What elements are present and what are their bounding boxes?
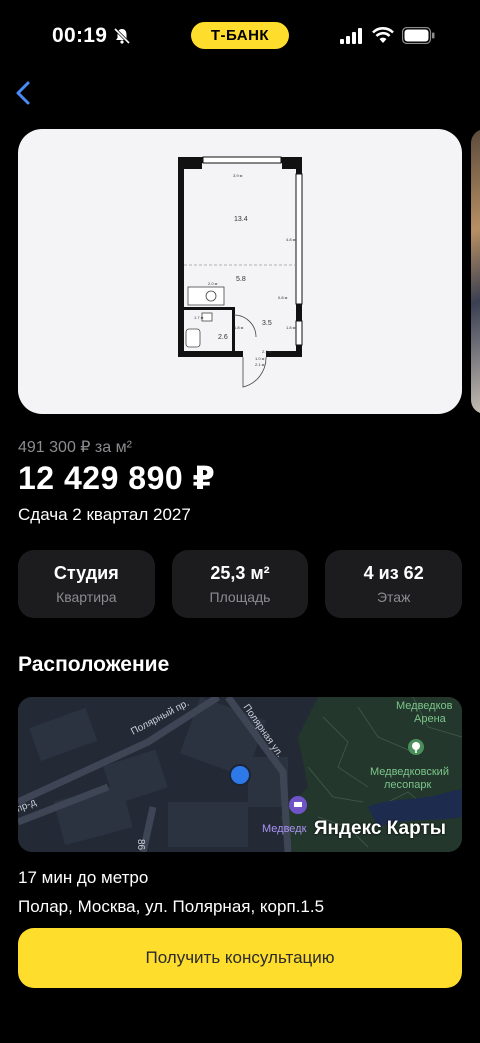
- delivery-date: Сдача 2 квартал 2027: [18, 505, 191, 524]
- room-bath-area: 2.6: [218, 334, 228, 341]
- consultation-button[interactable]: Получить консультацию: [18, 928, 462, 988]
- dim-top: 3.9 м: [233, 173, 243, 178]
- next-photo-preview[interactable]: [471, 129, 480, 414]
- dim-door: 1.0 м: [255, 356, 265, 361]
- dim-right-low: 1.8 м: [286, 325, 296, 330]
- stat-area: 25,3 м² Площадь: [171, 550, 309, 618]
- signal-icon: [340, 28, 362, 44]
- room-hall-area: 5.8: [236, 276, 246, 283]
- map-number: 86: [135, 839, 146, 851]
- bell-off-icon: [113, 27, 131, 45]
- room-kitchen-area: 3.5: [262, 320, 272, 327]
- status-time: 00:19: [52, 24, 108, 47]
- location-title: Расположение: [18, 653, 170, 676]
- back-button[interactable]: [6, 76, 40, 110]
- location-map[interactable]: Полярный пр. Полярная ул. пр-д 86 Медвед…: [18, 697, 462, 852]
- dim-bath-height: 1.8 м: [234, 325, 244, 330]
- photo-gallery[interactable]: 13.4 5.8 3.5 2.6 3.9 м 4.8 м 2.0 м 0.8 м…: [18, 129, 480, 414]
- stat-value: 25,3 м²: [210, 563, 270, 583]
- price: 12 429 890 ₽: [18, 460, 216, 496]
- stat-label: Площадь: [209, 589, 271, 605]
- map-attribution: Яндекс Карты: [313, 818, 446, 839]
- floorplan-card[interactable]: 13.4 5.8 3.5 2.6 3.9 м 4.8 м 2.0 м 0.8 м…: [18, 129, 462, 414]
- status-bar: 00:19 Т-БАНК: [0, 0, 480, 70]
- dim-right: 4.8 м: [286, 237, 296, 242]
- dim-bottom-1: 2.1 м: [262, 349, 272, 354]
- back-chevron-icon: [16, 81, 30, 105]
- stat-label: Квартира: [56, 589, 117, 605]
- dim-mid: 2.0 м: [208, 281, 218, 286]
- stats-row: Студия Квартира 25,3 м² Площадь 4 из 62 …: [18, 550, 463, 618]
- map-poi: Медведк: [262, 823, 307, 835]
- metro-time: 17 мин до метро: [18, 868, 149, 887]
- room-main-area: 13.4: [234, 216, 248, 223]
- dim-bath-width: 1.7 м: [194, 315, 204, 320]
- dim-bottom-2: 2.1 м: [255, 362, 265, 367]
- bank-badge: Т-БАНК: [191, 22, 289, 49]
- wifi-icon: [372, 27, 394, 43]
- battery-icon: [402, 27, 435, 44]
- stat-floor: 4 из 62 Этаж: [325, 550, 463, 618]
- stat-value: 4 из 62: [363, 563, 424, 583]
- floorplan-image: 13.4 5.8 3.5 2.6 3.9 м 4.8 м 2.0 м 0.8 м…: [178, 156, 303, 388]
- stat-value: Студия: [53, 563, 119, 583]
- stat-apartment-type: Студия Квартира: [18, 550, 155, 618]
- dim-mid-right: 0.8 м: [278, 295, 288, 300]
- stat-label: Этаж: [376, 589, 411, 605]
- address: Полар, Москва, ул. Полярная, корп.1.5: [18, 897, 325, 916]
- price-per-m2: 491 300 ₽ за м²: [18, 439, 132, 456]
